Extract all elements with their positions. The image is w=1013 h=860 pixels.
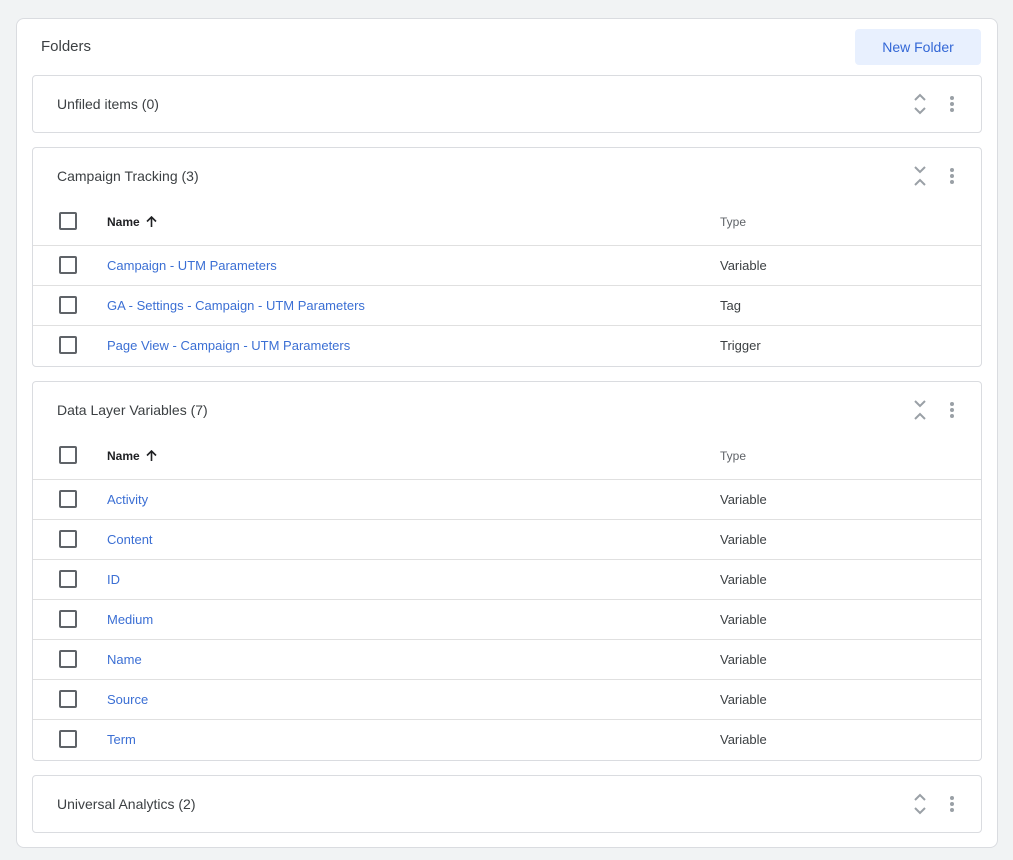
row-checkbox[interactable] [59, 296, 77, 314]
table-row: Name Variable [33, 640, 981, 680]
row-checkbox[interactable] [59, 570, 77, 588]
folder-title: Universal Analytics (2) [57, 796, 196, 812]
row-checkbox[interactable] [59, 490, 77, 508]
folder-universal-analytics: Universal Analytics (2) [32, 775, 982, 833]
table-row: Activity Variable [33, 480, 981, 520]
row-checkbox[interactable] [59, 730, 77, 748]
unfold-less-icon[interactable] [909, 164, 931, 188]
table-row: Source Variable [33, 680, 981, 720]
folder-title: Unfiled items (0) [57, 96, 159, 112]
row-name-link[interactable]: Page View - Campaign - UTM Parameters [107, 338, 350, 353]
row-type: Variable [720, 492, 767, 507]
folder-header[interactable]: Unfiled items (0) [33, 76, 981, 132]
column-name-label: Name [107, 215, 140, 229]
table-row: Term Variable [33, 720, 981, 760]
row-checkbox[interactable] [59, 530, 77, 548]
row-name-link[interactable]: Term [107, 732, 136, 747]
column-header-type: Type [720, 449, 747, 463]
row-type: Tag [720, 298, 741, 313]
folders-panel: Folders New Folder Unfiled items (0) Cam… [16, 18, 998, 848]
more-vert-icon[interactable] [941, 92, 963, 116]
table-row: GA - Settings - Campaign - UTM Parameter… [33, 286, 981, 326]
folder-header[interactable]: Universal Analytics (2) [33, 776, 981, 832]
row-type: Variable [720, 258, 767, 273]
folder-header[interactable]: Campaign Tracking (3) [33, 148, 981, 204]
unfold-more-icon[interactable] [909, 92, 931, 116]
row-name-link[interactable]: Source [107, 692, 148, 707]
row-checkbox[interactable] [59, 336, 77, 354]
row-checkbox[interactable] [59, 690, 77, 708]
arrow-upward-icon [146, 450, 157, 461]
unfold-less-icon[interactable] [909, 398, 931, 422]
folder-title: Campaign Tracking (3) [57, 168, 199, 184]
row-name-link[interactable]: Content [107, 532, 153, 547]
folder-data-layer-variables: Data Layer Variables (7) Name Type Activ… [32, 381, 982, 761]
table-row: Content Variable [33, 520, 981, 560]
more-vert-icon[interactable] [941, 164, 963, 188]
select-all-checkbox[interactable] [59, 446, 77, 464]
row-name-link[interactable]: Medium [107, 612, 153, 627]
row-checkbox[interactable] [59, 256, 77, 274]
select-all-checkbox[interactable] [59, 212, 77, 230]
table-row: Page View - Campaign - UTM Parameters Tr… [33, 326, 981, 366]
row-type: Variable [720, 612, 767, 627]
folder-header[interactable]: Data Layer Variables (7) [33, 382, 981, 438]
folder-title: Data Layer Variables (7) [57, 402, 208, 418]
row-type: Trigger [720, 338, 761, 353]
table-header: Name Type [33, 438, 981, 480]
row-type: Variable [720, 532, 767, 547]
page-header: Folders New Folder [17, 19, 997, 75]
column-header-name[interactable]: Name [107, 215, 157, 229]
row-checkbox[interactable] [59, 650, 77, 668]
arrow-upward-icon [146, 216, 157, 227]
more-vert-icon[interactable] [941, 398, 963, 422]
row-type: Variable [720, 572, 767, 587]
row-name-link[interactable]: Campaign - UTM Parameters [107, 258, 277, 273]
row-type: Variable [720, 732, 767, 747]
row-checkbox[interactable] [59, 610, 77, 628]
table-header: Name Type [33, 204, 981, 246]
folder-campaign-tracking: Campaign Tracking (3) Name Type Campaign… [32, 147, 982, 367]
more-vert-icon[interactable] [941, 792, 963, 816]
column-header-type: Type [720, 215, 747, 229]
page-title: Folders [41, 38, 92, 55]
row-name-link[interactable]: GA - Settings - Campaign - UTM Parameter… [107, 298, 365, 313]
row-type: Variable [720, 652, 767, 667]
row-name-link[interactable]: Name [107, 652, 142, 667]
row-name-link[interactable]: Activity [107, 492, 148, 507]
column-name-label: Name [107, 449, 140, 463]
unfold-more-icon[interactable] [909, 792, 931, 816]
row-name-link[interactable]: ID [107, 572, 120, 587]
new-folder-button[interactable]: New Folder [855, 29, 981, 65]
table-row: Campaign - UTM Parameters Variable [33, 246, 981, 286]
column-header-name[interactable]: Name [107, 449, 157, 463]
folder-unfiled-items: Unfiled items (0) [32, 75, 982, 133]
table-row: Medium Variable [33, 600, 981, 640]
table-row: ID Variable [33, 560, 981, 600]
row-type: Variable [720, 692, 767, 707]
